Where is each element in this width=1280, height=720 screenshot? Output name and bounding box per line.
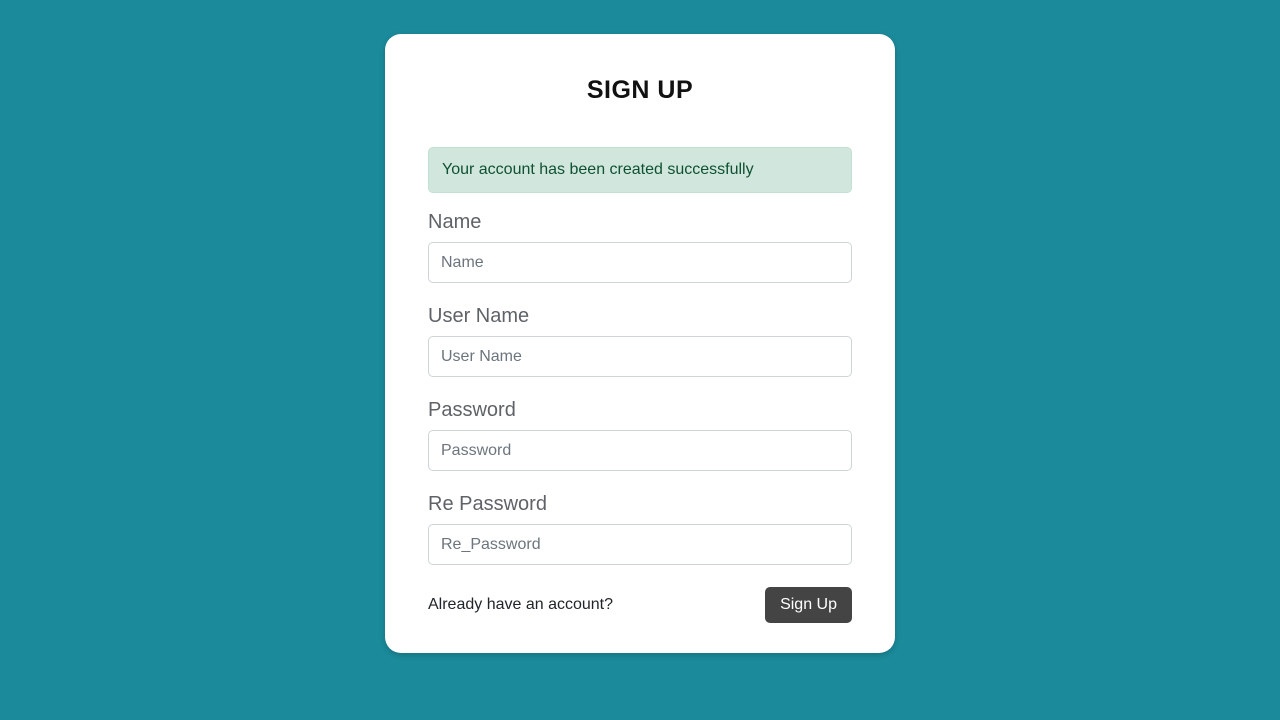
login-link[interactable]: Already have an account? — [428, 596, 613, 614]
username-input[interactable] — [428, 336, 852, 377]
field-group-repassword: Re Password — [428, 493, 852, 565]
form-footer: Already have an account? Sign Up — [428, 587, 852, 623]
name-label: Name — [428, 211, 852, 234]
field-group-username: User Name — [428, 305, 852, 377]
signup-card: SIGN UP Your account has been created su… — [385, 34, 895, 653]
success-alert: Your account has been created successful… — [428, 147, 852, 193]
password-label: Password — [428, 399, 852, 422]
field-group-name: Name — [428, 211, 852, 283]
name-input[interactable] — [428, 242, 852, 283]
password-input[interactable] — [428, 430, 852, 471]
repassword-label: Re Password — [428, 493, 852, 516]
signup-button[interactable]: Sign Up — [765, 587, 852, 623]
repassword-input[interactable] — [428, 524, 852, 565]
field-group-password: Password — [428, 399, 852, 471]
form-title: SIGN UP — [428, 76, 852, 105]
username-label: User Name — [428, 305, 852, 328]
